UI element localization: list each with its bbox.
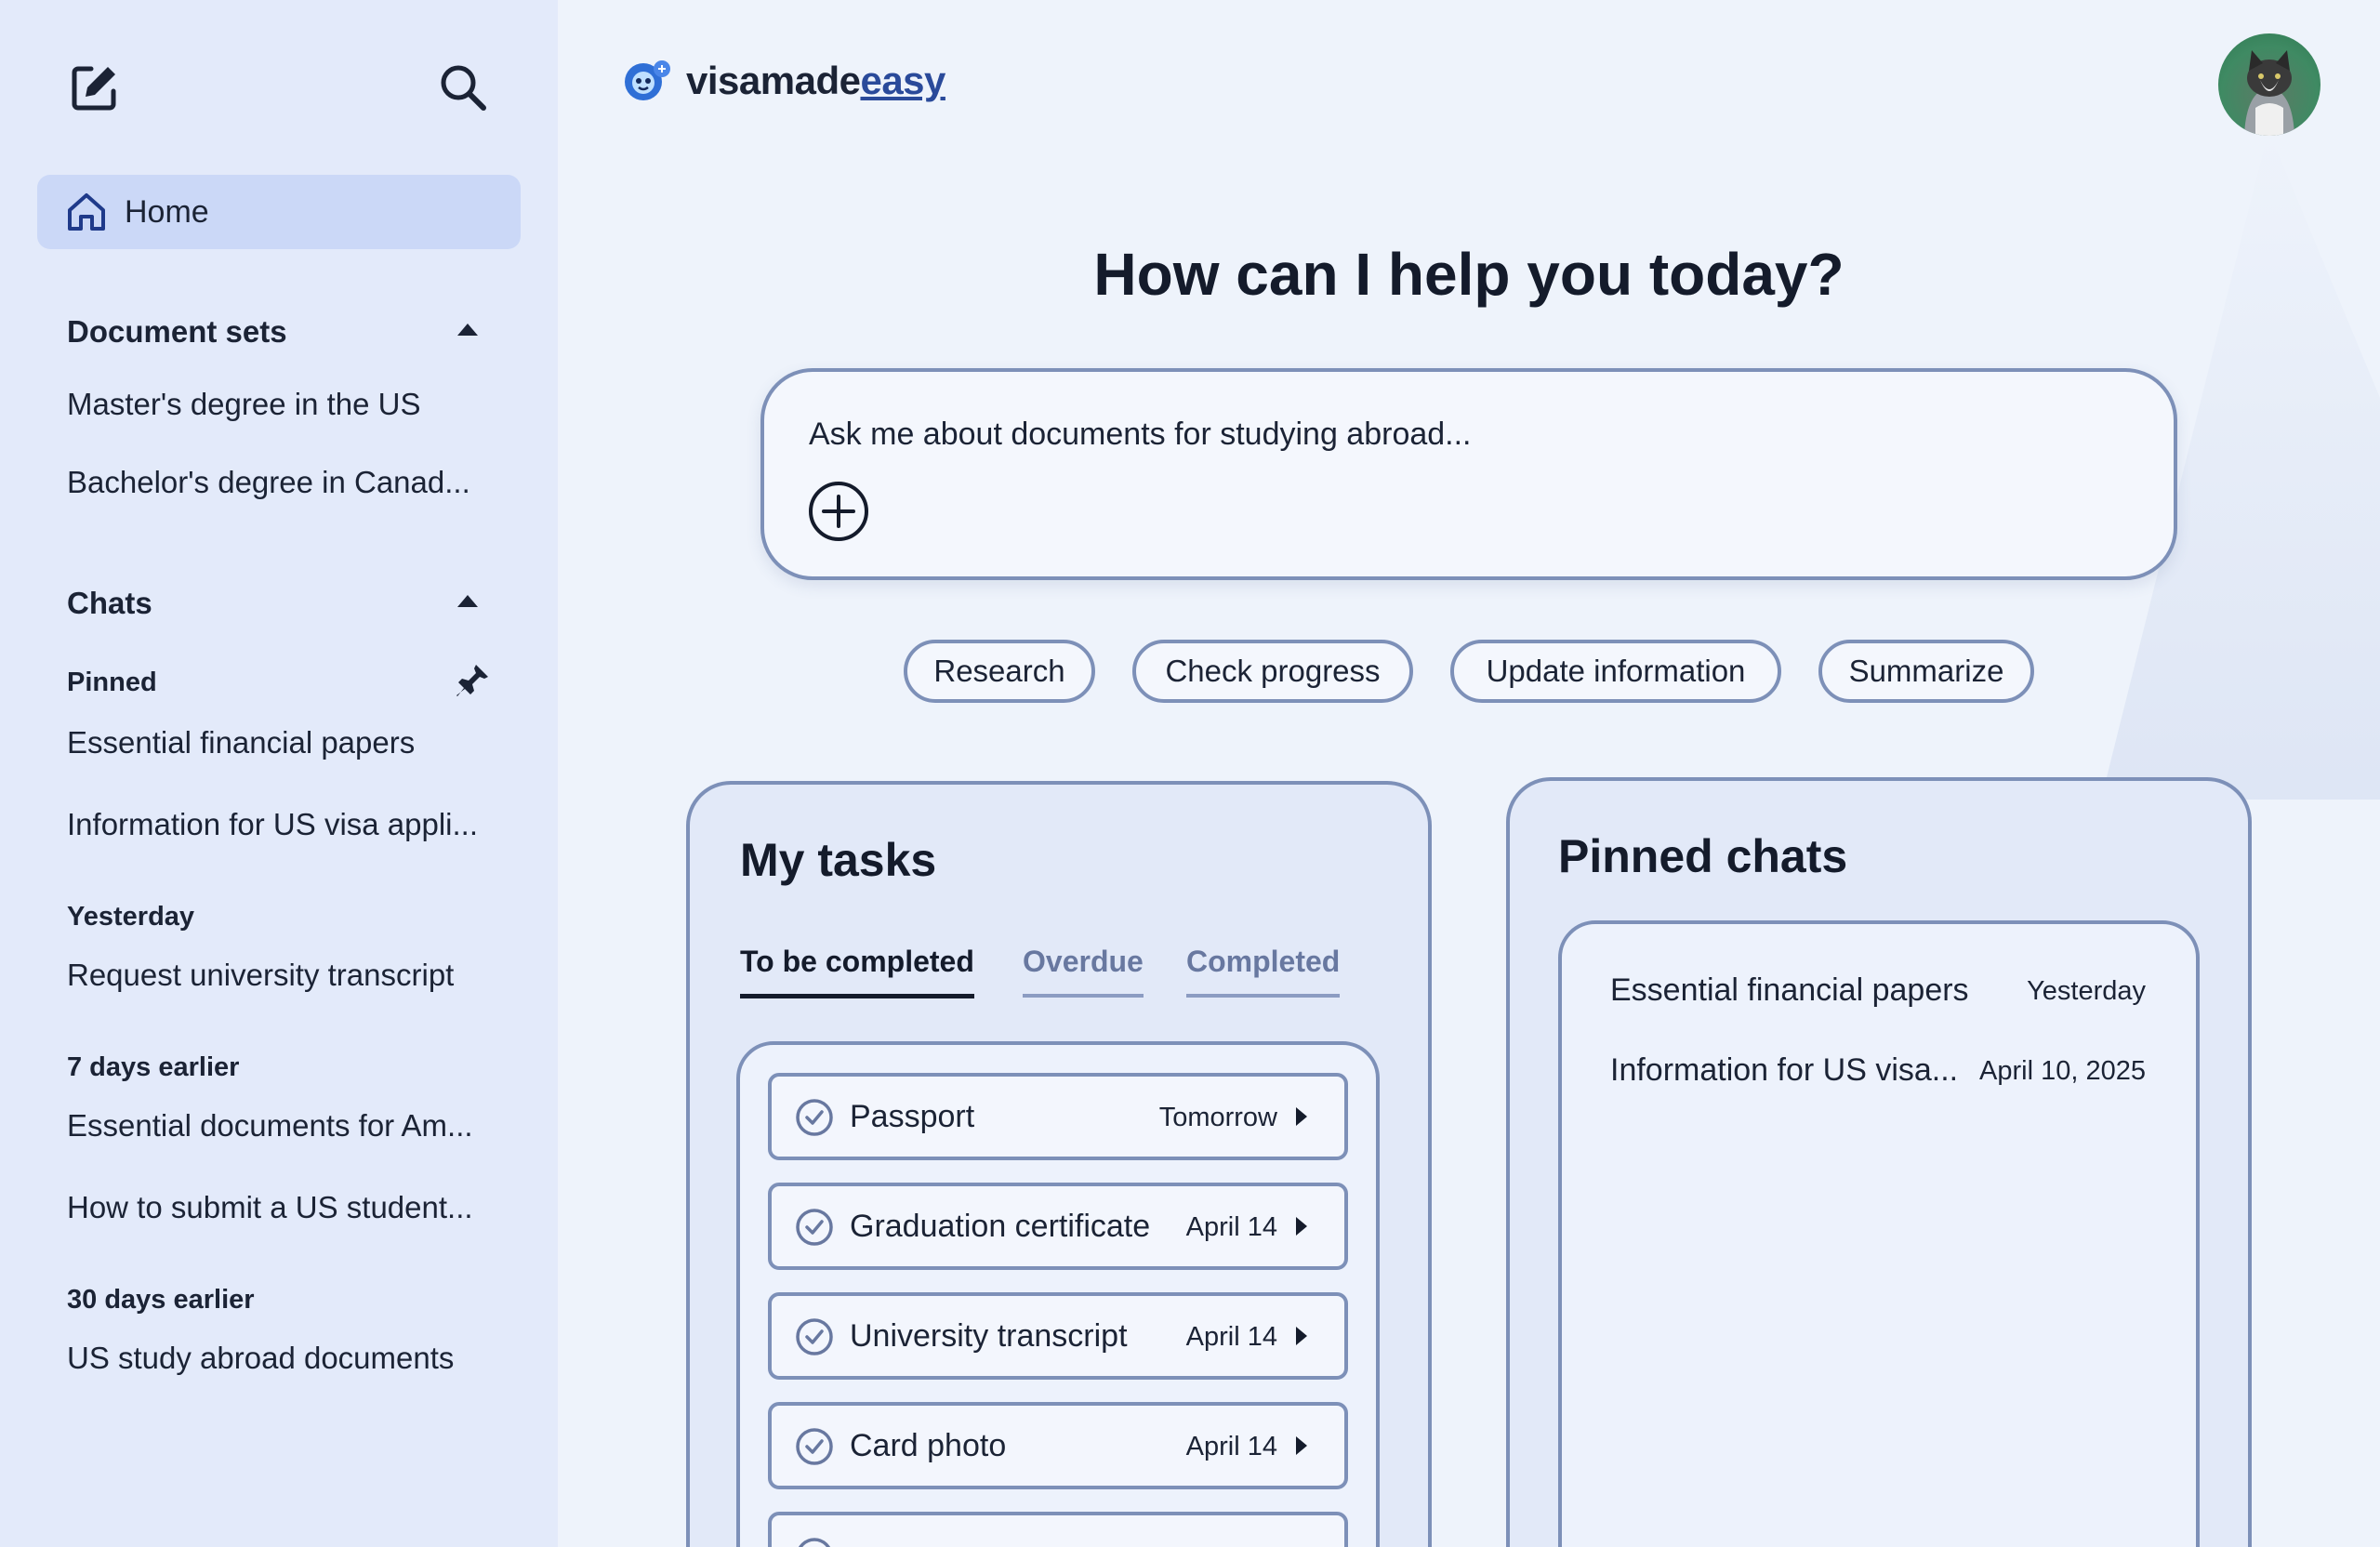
sidebar-item-label: Home [125,193,209,230]
brand-name: visamade [686,59,861,102]
document-set-item[interactable]: Master's degree in the US [67,387,504,422]
pinned-chat-title: Information for US visa... [1610,1052,1959,1088]
check-circle-icon[interactable] [794,1207,835,1248]
tab-to-be-completed[interactable]: To be completed [740,945,974,998]
pin-icon [444,653,500,708]
chat-item[interactable]: How to submit a US student... [67,1190,504,1225]
check-circle-icon[interactable] [794,1316,835,1357]
chip-update-information-button[interactable]: Update information [1450,640,1781,703]
pinned-chat-date: April 10, 2025 [1979,1056,2146,1086]
chat-item[interactable]: Essential documents for Am... [67,1108,504,1144]
pinned-group-label: Pinned [67,668,157,697]
chip-research-button[interactable]: Research [904,640,1095,703]
check-circle-icon[interactable] [794,1097,835,1138]
task-due-date: April 14 [1185,1212,1277,1242]
yesterday-group-label: Yesterday [67,902,195,932]
brand-name-accent: easy [860,59,945,102]
search-icon[interactable] [435,60,491,115]
chip-check-progress-button[interactable]: Check progress [1132,640,1413,703]
avatar[interactable] [2218,33,2320,136]
chats-heading: Chats [67,586,152,620]
chat-item[interactable]: Information for US visa appli... [67,807,504,842]
task-item[interactable]: Card photo April 14 [768,1402,1348,1489]
ask-input[interactable]: Ask me about documents for studying abro… [760,368,2177,580]
chat-item[interactable]: US study abroad documents [67,1341,504,1376]
task-due-date: April 14 [1185,1322,1277,1352]
logo[interactable]: visamade easy [621,58,945,104]
task-name: Card photo [850,1428,1007,1463]
chevron-right-icon [1296,1436,1307,1455]
task-due-date: Tomorrow [1158,1103,1277,1132]
sidebar-item-home[interactable]: Home [37,175,521,249]
task-item[interactable] [768,1512,1348,1547]
chat-item[interactable]: Essential financial papers [67,725,504,760]
tasks-card-title: My tasks [740,834,937,886]
plus-circle-icon [809,482,868,541]
pinned-chat-date: Yesterday [2027,976,2146,1006]
sidebar: Home Document sets Master's degree in th… [0,0,558,1547]
chip-summarize-button[interactable]: Summarize [1818,640,2034,703]
ask-input-placeholder: Ask me about documents for studying abro… [809,416,1472,452]
document-set-item[interactable]: Bachelor's degree in Canad... [67,465,504,500]
new-chat-icon[interactable] [67,60,123,115]
chevron-right-icon [1296,1217,1307,1236]
user-cat-avatar-icon [2244,50,2294,136]
task-item[interactable]: Graduation certificate April 14 [768,1183,1348,1270]
task-item[interactable]: Passport Tomorrow [768,1073,1348,1160]
pinned-chats-title: Pinned chats [1558,830,1848,882]
tab-overdue[interactable]: Overdue [1023,945,1144,998]
mascot-logo-icon [625,60,670,100]
chevron-right-icon [1296,1107,1307,1126]
document-sets-heading: Document sets [67,314,287,349]
month-group-label: 30 days earlier [67,1285,255,1315]
pinned-chat-title: Essential financial papers [1610,972,1969,1008]
page-title: How can I help you today? [1093,241,1844,308]
collapse-document-sets-icon[interactable] [457,324,478,336]
tab-completed[interactable]: Completed [1186,945,1341,998]
task-due-date: April 14 [1185,1432,1277,1461]
chat-item[interactable]: Request university transcript [67,958,504,993]
check-circle-icon[interactable] [794,1426,835,1467]
task-name: Graduation certificate [850,1209,1151,1244]
collapse-chats-icon[interactable] [457,595,478,607]
check-circle-icon[interactable] [794,1536,835,1547]
task-item[interactable]: University transcript April 14 [768,1292,1348,1380]
week-group-label: 7 days earlier [67,1052,240,1082]
pinned-chats-list [1558,920,2200,1547]
home-icon [68,193,105,231]
task-name: Passport [850,1099,975,1134]
add-attachment-button[interactable] [807,480,870,548]
task-name: University transcript [850,1318,1128,1354]
chevron-right-icon [1296,1327,1307,1345]
